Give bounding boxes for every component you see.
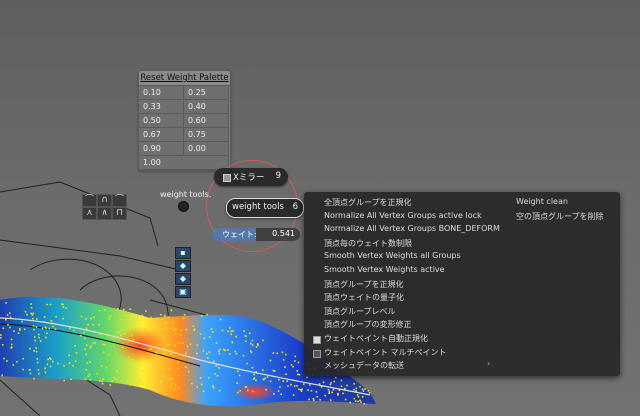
menu-item[interactable]: Smooth Vertex Weights all Groups [324, 251, 461, 260]
palette-value[interactable]: 0.00 [184, 142, 229, 156]
falloff-curve-buttons: ⌒ ∩ ⌒ ⋏ ∧ ⊓ [82, 194, 142, 220]
palette-value[interactable]: 0.90 [139, 142, 184, 156]
palette-value[interactable]: 0.60 [184, 114, 229, 128]
bucket-icon[interactable]: ▣ [175, 286, 191, 298]
submenu-arrow-icon: › [487, 359, 491, 369]
brush-icon[interactable]: ◆ [175, 260, 191, 272]
x-mirror-checkbox[interactable] [223, 174, 231, 182]
palette-value[interactable]: 0.33 [139, 100, 184, 114]
menu-checkbox[interactable] [313, 349, 321, 358]
menu-item[interactable]: 頂点グループの変形修正 [324, 319, 412, 330]
reset-weight-palette-button[interactable]: Reset Weight Palette [139, 71, 230, 86]
menu-item[interactable]: 頂点グループを正規化 [324, 279, 404, 290]
menu-checkbox[interactable] [313, 336, 321, 344]
weight-slider[interactable]: ウェイト: 0.541 [212, 228, 300, 241]
menu-item[interactable]: ウェイトペイント マルチペイント [324, 347, 447, 358]
vertex-select-icon[interactable]: ▪ [175, 247, 191, 259]
menu-item[interactable]: Weight clean [516, 197, 568, 206]
menu-item[interactable]: 頂点毎のウェイト数制限 [324, 238, 412, 249]
sharp-falloff-icon[interactable]: ⋏ [82, 207, 97, 220]
palette-value[interactable]: 0.40 [184, 100, 229, 114]
brush-draw-icon[interactable]: ◆ [175, 273, 191, 285]
palette-value[interactable]: 0.50 [139, 114, 184, 128]
smooth-falloff-icon[interactable]: ⌒ [82, 194, 97, 207]
menu-item[interactable]: Normalize All Vertex Groups BONE_DEFORM [324, 224, 500, 233]
weight-tools-button[interactable]: weight tools 6 [226, 198, 304, 218]
menu-item[interactable]: 頂点グループレベル [324, 306, 396, 317]
menu-item[interactable]: メッシュデータの転送 [324, 360, 404, 371]
menu-item[interactable]: 頂点ウェイトの量子化 [324, 292, 404, 303]
weight-tools-count: 6 [292, 202, 298, 212]
x-mirror-count: 9 [275, 171, 281, 181]
weight-value: 0.541 [272, 229, 295, 238]
x-mirror-label: Xミラー [233, 173, 265, 183]
3d-viewport[interactable]: Reset Weight Palette 0.10 0.25 0.33 0.40… [0, 0, 640, 416]
weight-palette: Reset Weight Palette 0.10 0.25 0.33 0.40… [138, 70, 231, 171]
weight-tools-caption: weight tools. [160, 190, 212, 199]
palette-value[interactable]: 0.25 [184, 86, 229, 100]
tool-icon-stack: ▪ ◆ ◆ ▣ [175, 247, 192, 299]
linear-falloff-icon[interactable]: ∧ [97, 207, 112, 220]
menu-item[interactable]: ウェイトペイント自動正規化 [324, 333, 428, 344]
menu-item[interactable]: Normalize All Vertex Groups active lock [324, 211, 482, 220]
menu-item[interactable]: Smooth Vertex Weights active [324, 265, 445, 274]
sphere-falloff-icon[interactable]: ∩ [97, 194, 112, 207]
palette-value[interactable]: 1.00 [139, 156, 229, 170]
weight-tools-label: weight tools [232, 202, 284, 212]
x-mirror-toggle[interactable]: Xミラー 9 [214, 168, 288, 186]
palette-value[interactable]: 0.75 [184, 128, 229, 142]
menu-item[interactable]: 全頂点グループを正規化 [324, 197, 412, 208]
weight-tools-menu: 全頂点グループを正規化 Normalize All Vertex Groups a… [304, 192, 620, 376]
root-falloff-icon[interactable]: ⌒ [112, 194, 127, 207]
pie-center-knob[interactable] [178, 201, 189, 212]
palette-value[interactable]: 0.10 [139, 86, 184, 100]
constant-falloff-icon[interactable]: ⊓ [112, 207, 127, 220]
menu-item[interactable]: 空の頂点グループを削除 [516, 211, 604, 222]
palette-value[interactable]: 0.67 [139, 128, 184, 142]
weight-label: ウェイト: [222, 230, 257, 239]
